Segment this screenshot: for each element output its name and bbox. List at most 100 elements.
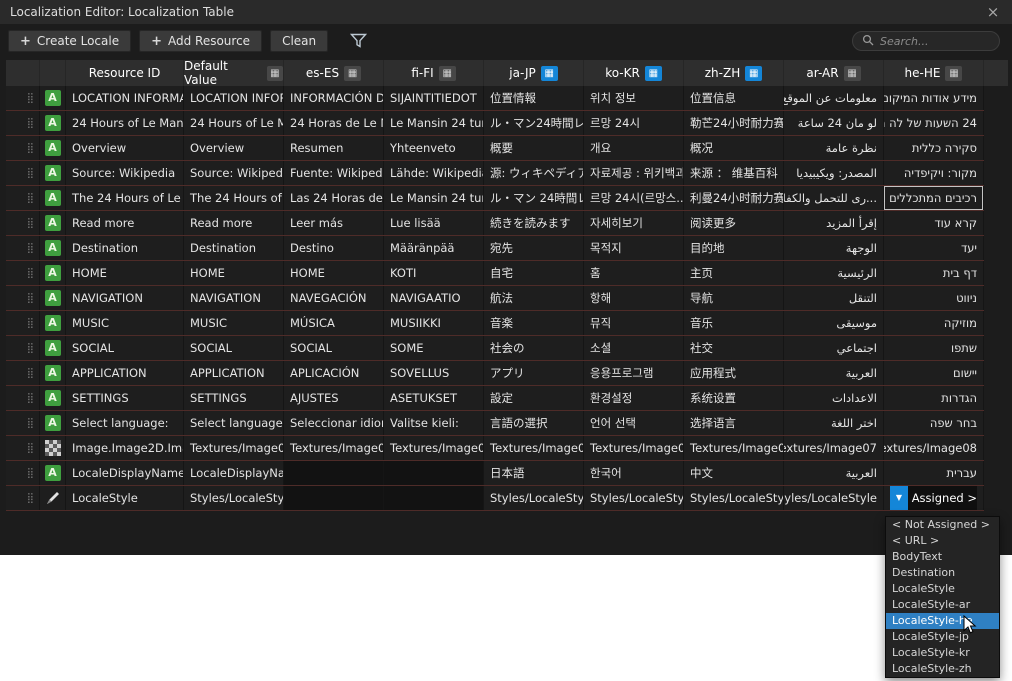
value-cell[interactable]: موسيقى [784,311,884,335]
value-cell[interactable]: APPLICATION [184,361,284,385]
value-cell[interactable]: SETTINGS [184,386,284,410]
value-cell[interactable]: 뮤직 [584,311,684,335]
chevron-down-icon[interactable]: ▼ [890,486,908,510]
translate-icon[interactable]: ▦ [745,66,762,81]
value-cell[interactable]: الاعدادات [784,386,884,410]
value-cell[interactable]: SOME [384,336,484,360]
column-header-resource-id[interactable]: Resource ID [66,60,184,86]
value-cell[interactable]: Resumen [284,136,384,160]
value-cell[interactable]: Valitse kieli: [384,411,484,435]
row-drag-handle[interactable]: ⣿ [6,361,40,385]
resource-id-cell[interactable]: HOME [66,261,184,285]
value-cell[interactable]: 目的地 [684,236,784,260]
value-cell[interactable]: 続きを読みます [484,211,584,235]
value-cell[interactable]: קרא עוד [884,211,984,235]
value-cell[interactable]: 社会の [484,336,584,360]
resource-id-cell[interactable]: NAVIGATION [66,286,184,310]
resource-id-cell[interactable]: SOCIAL [66,336,184,360]
value-cell[interactable]: NAVEGACIÓN [284,286,384,310]
resource-id-cell[interactable]: 24 Hours of Le Mans [66,111,184,135]
dropdown-item[interactable]: BodyText [886,549,999,565]
resource-id-cell[interactable]: Destination [66,236,184,260]
value-cell[interactable]: Textures/Image04 [484,436,584,460]
value-cell[interactable]: KOTI [384,261,484,285]
value-cell[interactable]: Styles/LocaleStyle [584,486,684,510]
value-cell[interactable]: 中文 [684,461,784,485]
value-cell[interactable]: 主页 [684,261,784,285]
value-cell[interactable]: 位置信息 [684,86,784,110]
value-cell[interactable]: لو مان 24 ساعة [784,111,884,135]
search-input[interactable] [880,35,990,48]
column-header-ar-AR[interactable]: ar-AR▦ [784,60,884,86]
value-cell[interactable]: 导航 [684,286,784,310]
value-cell[interactable]: 르망 24시(르망스... [584,186,684,210]
value-cell[interactable]: Textures/Image05 [584,436,684,460]
value-cell[interactable]: 設定 [484,386,584,410]
value-cell[interactable]: 选择语言 [684,411,784,435]
value-cell[interactable]: מקור: ויקיפדיה [884,161,984,185]
value-cell[interactable]: דף בית [884,261,984,285]
value-cell[interactable]: AJUSTES [284,386,384,410]
value-cell[interactable]: 환경설정 [584,386,684,410]
value-cell[interactable] [384,486,484,510]
row-drag-handle[interactable]: ⣿ [6,336,40,360]
column-header-he-HE[interactable]: he-HE▦ [884,60,984,86]
value-cell[interactable]: 언어 선택 [584,411,684,435]
resource-id-cell[interactable]: Image.Image2D.Image [66,436,184,460]
column-header-Default Value[interactable]: Default Value▦ [184,60,284,86]
value-cell[interactable]: التنقل [784,286,884,310]
value-cell[interactable]: SOCIAL [184,336,284,360]
value-cell[interactable]: LOCATION INFORMATION [184,86,284,110]
value-cell[interactable]: Source: Wikipedia [184,161,284,185]
value-cell[interactable]: إقرأ المزيد [784,211,884,235]
value-cell[interactable]: 音楽 [484,311,584,335]
value-cell[interactable]: Las 24 Horas de Le Mans [284,186,384,210]
dropdown-item[interactable]: < Not Assigned > [886,517,999,533]
value-cell[interactable]: HOME [184,261,284,285]
translate-icon[interactable]: ▦ [844,66,861,81]
value-cell[interactable]: 宛先 [484,236,584,260]
value-cell[interactable]: Le Mansin 24 tunnin ajo [384,111,484,135]
value-cell[interactable]: ASETUKSET [384,386,484,410]
value-cell[interactable]: SOVELLUS [384,361,484,385]
value-cell[interactable]: Textures/Image02 [284,436,384,460]
value-cell[interactable]: اختر اللغة [784,411,884,435]
resource-id-cell[interactable]: LocaleDisplayName [66,461,184,485]
value-cell[interactable]: 来源 ： 维基百科 [684,161,784,185]
value-cell[interactable]: 概要 [484,136,584,160]
value-cell[interactable]: Seleccionar idioma: [284,411,384,435]
value-cell[interactable]: 利曼24小时耐力赛,... [684,186,784,210]
clean-button[interactable]: Clean [270,30,328,52]
resource-id-cell[interactable]: Read more [66,211,184,235]
value-cell[interactable]: בחר שפה [884,411,984,435]
value-cell[interactable]: 社交 [684,336,784,360]
translate-icon[interactable]: ▦ [645,66,662,81]
value-cell[interactable]: 概况 [684,136,784,160]
value-cell[interactable]: Styles/LocaleStyle [784,486,884,510]
value-cell[interactable]: 航法 [484,286,584,310]
value-cell[interactable]: SOCIAL [284,336,384,360]
value-cell[interactable]: Styles/LocaleStyle [484,486,584,510]
value-cell[interactable]: المصدر: ويكيبيديا [784,161,884,185]
column-header-ko-KR[interactable]: ko-KR▦ [584,60,684,86]
value-cell[interactable]: 日本語 [484,461,584,485]
value-cell[interactable]: 阅读更多 [684,211,784,235]
value-cell[interactable]: HOME [284,261,384,285]
value-cell[interactable]: 위치 정보 [584,86,684,110]
row-drag-handle[interactable]: ⣿ [6,236,40,260]
value-cell[interactable]: Select language: [184,411,284,435]
value-cell[interactable]: The 24 Hours of Le Mans [184,186,284,210]
value-cell[interactable]: הגדרות [884,386,984,410]
value-cell[interactable]: NAVIGAATIO [384,286,484,310]
dropdown-item[interactable]: < URL > [886,533,999,549]
close-icon[interactable]: × [984,3,1002,21]
value-cell[interactable]: 音乐 [684,311,784,335]
translate-icon[interactable]: ▦ [439,66,456,81]
value-cell[interactable]: MÚSICA [284,311,384,335]
value-cell[interactable]: מידע אודות המיקום [884,86,984,110]
value-cell[interactable]: معلومات عن الموقع [784,86,884,110]
value-cell[interactable]: ...رى للتحمل والكفاءة [784,186,884,210]
value-cell[interactable]: نظرة عامة [784,136,884,160]
row-drag-handle[interactable]: ⣿ [6,386,40,410]
value-cell[interactable]: الوجهة [784,236,884,260]
